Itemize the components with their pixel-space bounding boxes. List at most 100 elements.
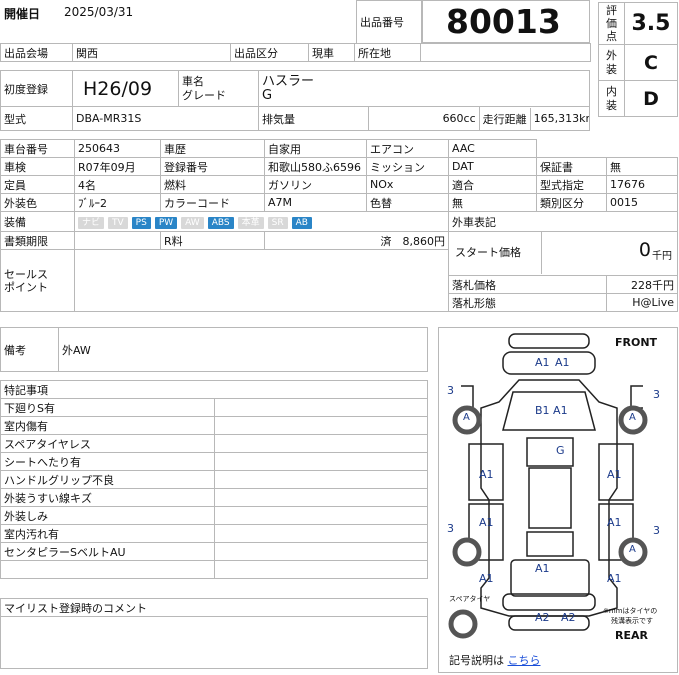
transmission-label: ミッション — [366, 157, 449, 176]
mark-right-rear-door: A1 — [607, 516, 622, 529]
score-label: 評価点 — [598, 2, 625, 45]
mark-right-front-door: A1 — [607, 468, 622, 481]
model-value: DBA-MR31S — [72, 106, 259, 131]
color-value: ﾌﾞﾙｰ2 — [74, 193, 161, 212]
equipment-chip: PS — [131, 216, 151, 229]
equipment-chip: TV — [108, 216, 128, 229]
roof-center-shape — [528, 467, 572, 529]
equipment-list: ナビ TV PS PW AW ABS 本革 SR AB — [74, 211, 449, 232]
trunk-shape — [510, 559, 590, 597]
class-label: 類別区分 — [536, 193, 607, 212]
mark-roof: G — [556, 444, 565, 457]
mileage-label: 走行距離 — [480, 107, 531, 130]
tire-depth-fr: 3 — [653, 388, 660, 401]
winning-label: 落札価格 — [448, 275, 607, 294]
legend-link[interactable]: こちら — [508, 654, 541, 667]
spare-tire-shape — [448, 609, 478, 639]
equipment-chip: ABS — [207, 216, 234, 229]
date-value: 2025/03/31 — [64, 5, 134, 19]
mark-trunk: A1 — [535, 562, 550, 575]
tire-depth-fl: 3 — [447, 384, 454, 397]
plate-label: 登録番号 — [160, 157, 265, 176]
form-value: H@Live — [606, 293, 678, 312]
equipment-chip: 本革 — [237, 216, 264, 229]
category-value: 現車 — [308, 43, 355, 62]
special-note-blank — [213, 452, 428, 471]
remarks-value: 外AW — [58, 327, 428, 372]
inspection-value: R07年09月 — [74, 157, 161, 176]
grade-value: G — [262, 87, 273, 103]
mark-right-rear: A1 — [607, 572, 622, 585]
legend-text: 記号説明は — [449, 654, 504, 667]
inspection-label: 車検 — [0, 157, 75, 176]
mark-left-rear-door: A1 — [479, 516, 494, 529]
remarks-box: 備考 外AW — [0, 327, 428, 372]
car-name-label: 車名 — [182, 74, 204, 88]
recycle-value: 済 8,860円 — [264, 231, 449, 250]
chassis-value: 250643 — [74, 139, 161, 158]
color-label: 外装色 — [0, 193, 75, 212]
equipment-chip: AB — [291, 216, 312, 229]
rear-label: REAR — [615, 629, 648, 642]
location-value — [420, 43, 591, 62]
displacement-label: 排気量 — [257, 106, 370, 131]
tire-depth-rl: 3 — [447, 522, 454, 535]
spare-label: スペアタイヤ — [449, 595, 491, 603]
foreign-label: 外車表記 — [448, 211, 678, 232]
sales-label-1: セールス — [4, 267, 48, 281]
start-label: スタート価格 — [455, 246, 521, 259]
lot-number: 80013 — [446, 2, 561, 41]
left-mirror-shape — [461, 385, 474, 409]
special-note-blank — [0, 560, 215, 579]
special-label: 特記事項 — [0, 380, 428, 399]
location-label: 所在地 — [354, 43, 421, 62]
nox-value: 適合 — [448, 175, 537, 194]
special-note-blank — [213, 434, 428, 453]
grade-label: グレード — [182, 88, 226, 102]
special-note-item: センタピラーSベルトAU — [0, 542, 215, 561]
comment-box: マイリスト登録時のコメント — [0, 598, 428, 669]
sales-label-2: ポイント — [4, 280, 48, 294]
start-value: 0 — [638, 239, 651, 261]
car-name-value: ハスラー — [262, 73, 315, 89]
front-bumper-shape — [508, 333, 590, 349]
special-note-item: スペアタイヤレス — [0, 434, 215, 453]
docs-label: 書類期限 — [0, 231, 75, 250]
equipment-chip: AW — [181, 216, 204, 229]
special-note-blank — [213, 506, 428, 525]
capacity-value: 4名 — [74, 175, 161, 194]
fuel-value: ガソリン — [264, 175, 367, 194]
special-note-blank — [213, 398, 428, 417]
tire-note-1: ※mmはタイヤの — [603, 607, 658, 615]
special-note-blank — [213, 542, 428, 561]
color-code-value: A7M — [264, 193, 367, 212]
recycle-label: R料 — [160, 231, 265, 250]
details-grid: 車台番号 250643 車歴 自家用 エアコン AAC 車検 R07年09月 登… — [0, 139, 678, 312]
lot-label: 出品番号 — [360, 16, 404, 29]
start-unit: 千円 — [652, 251, 672, 262]
ac-value: AAC — [448, 139, 537, 158]
form-label: 落札形態 — [448, 293, 607, 312]
special-note-blank — [213, 560, 428, 579]
ac-label: エアコン — [366, 139, 449, 158]
tire-rear-left-shape — [452, 537, 482, 567]
docs-value — [74, 231, 161, 250]
equipment-label: 装備 — [0, 211, 75, 232]
history-value: 自家用 — [264, 139, 367, 158]
tire-note-2: 残溝表示です — [611, 617, 653, 625]
special-note-item: ハンドルグリップ不良 — [0, 470, 215, 489]
special-note-blank — [213, 470, 428, 489]
type-cert-label: 型式指定 — [536, 175, 607, 194]
color-code-label: カラーコード — [160, 193, 265, 212]
mark-front-1: A1 — [535, 356, 550, 369]
score-value: 3.5 — [624, 2, 678, 45]
transmission-value: DAT — [448, 157, 537, 176]
history-label: 車歴 — [160, 139, 265, 158]
wheel-mark-rr: A — [629, 544, 636, 555]
exterior-value: C — [624, 44, 678, 81]
venue-value: 関西 — [72, 43, 231, 62]
special-note-item: 外装しみ — [0, 506, 215, 525]
roof-front-shape — [526, 437, 574, 467]
special-notes: 特記事項 下廻りS有 室内傷有 スペアタイヤレス シートへたり有 ハンドルグリップ不良外… — [0, 380, 428, 579]
mileage-value: 165,313km — [533, 112, 589, 125]
